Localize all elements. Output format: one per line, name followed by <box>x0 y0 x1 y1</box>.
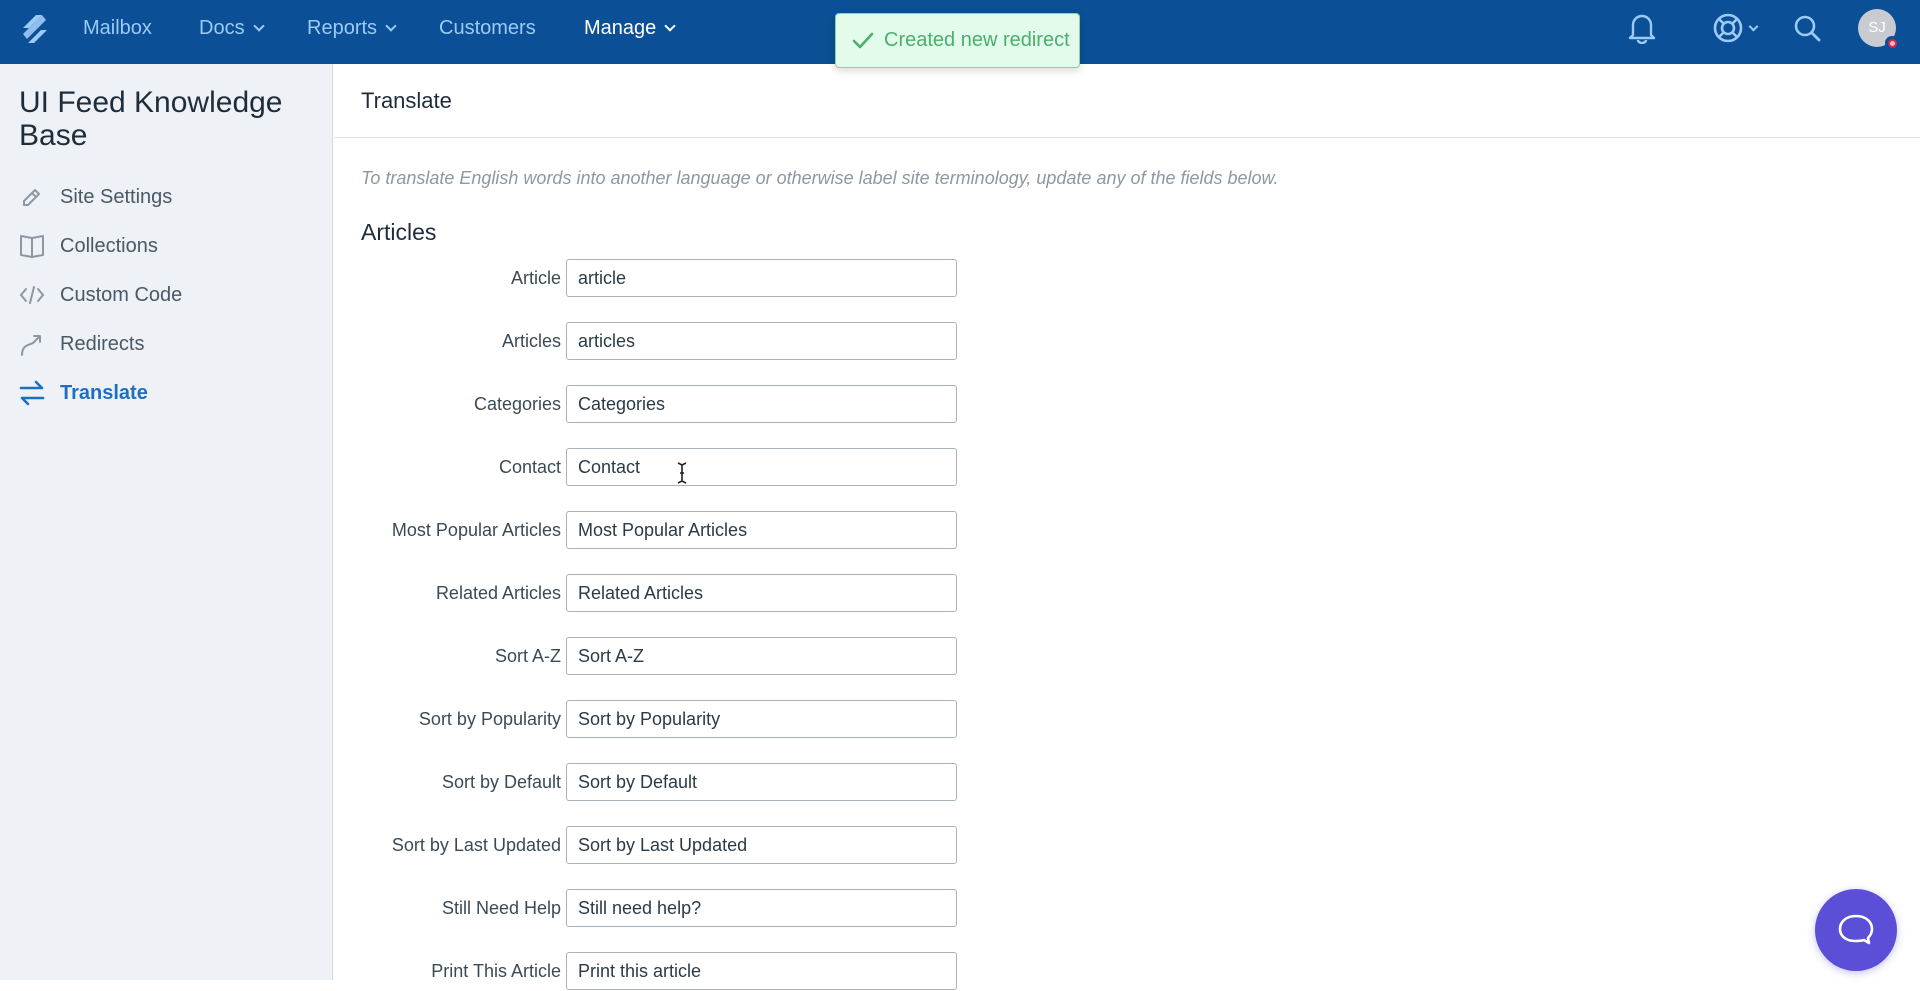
related-articles-input[interactable] <box>566 574 957 612</box>
still-need-help-input[interactable] <box>566 889 957 927</box>
search-icon <box>1794 15 1821 42</box>
swap-arrows-icon <box>19 380 45 406</box>
sort-a-z-input[interactable] <box>566 637 957 675</box>
nav-label: Manage <box>584 17 657 39</box>
field-label: Print This Article <box>431 961 561 981</box>
field-row-sort-by-last-updated: Sort by Last Updated <box>334 825 1334 865</box>
bell-icon <box>1628 14 1656 44</box>
success-toast: Created new redirect <box>835 13 1080 68</box>
help-text: To translate English words into another … <box>361 168 1279 188</box>
section-title-articles: Articles <box>361 219 437 245</box>
pencil-icon <box>19 184 45 210</box>
print-this-article-input[interactable] <box>566 952 957 990</box>
knowledge-base-title: UI Feed Knowledge Base <box>19 86 283 152</box>
page-title: Translate <box>361 88 452 113</box>
check-icon <box>852 32 874 48</box>
sidebar-item-site-settings[interactable]: Site Settings <box>19 177 172 217</box>
sidebar-item-label: Collections <box>60 234 158 257</box>
main-content: Translate To translate English words int… <box>334 64 1920 990</box>
sidebar-item-label: Custom Code <box>60 283 183 306</box>
nav-label: Mailbox <box>83 17 152 39</box>
field-label: Related Articles <box>435 583 561 603</box>
nav-mailbox[interactable]: Mailbox <box>83 0 152 64</box>
field-label: Sort by Popularity <box>418 709 561 729</box>
help-menu-button[interactable] <box>1709 10 1759 46</box>
field-label: Most Popular Articles <box>391 520 561 540</box>
categories-input[interactable] <box>566 385 957 423</box>
field-label: Still Need Help <box>441 898 561 918</box>
notifications-button[interactable] <box>1627 10 1657 46</box>
contact-input[interactable] <box>566 448 957 486</box>
most-popular-articles-input[interactable] <box>566 511 957 549</box>
sort-by-last-updated-input[interactable] <box>566 826 957 864</box>
search-button[interactable] <box>1792 10 1822 46</box>
nav-customers[interactable]: Customers <box>439 0 536 64</box>
field-row-most-popular-articles: Most Popular Articles <box>334 510 1334 550</box>
beacon-chat-button[interactable] <box>1815 889 1897 971</box>
sidebar-item-label: Redirects <box>60 332 145 355</box>
book-icon <box>19 233 45 259</box>
field-row-print-this-article: Print This Article <box>334 951 1334 991</box>
field-row-sort-a-z: Sort A-Z <box>334 636 1334 676</box>
nav-reports[interactable]: Reports <box>307 0 397 64</box>
toast-message: Created new redirect <box>884 29 1070 51</box>
nav-manage[interactable]: Manage <box>584 0 676 64</box>
field-row-related-articles: Related Articles <box>334 573 1334 613</box>
article-input[interactable] <box>566 259 957 297</box>
sort-by-default-input[interactable] <box>566 763 957 801</box>
field-row-categories: Categories <box>334 384 1334 424</box>
nav-label: Customers <box>439 17 536 39</box>
chat-bubble-icon <box>1838 914 1874 945</box>
field-row-articles: Articles <box>334 321 1334 361</box>
user-avatar[interactable]: SJ <box>1858 9 1899 50</box>
field-label: Article <box>510 268 561 288</box>
nav-docs[interactable]: Docs <box>199 0 265 64</box>
sidebar-item-label: Site Settings <box>60 185 173 208</box>
avatar-initials: SJ <box>1868 19 1886 36</box>
field-row-sort-by-popularity: Sort by Popularity <box>334 699 1334 739</box>
sidebar: UI Feed Knowledge Base Site Settings Col… <box>0 64 333 980</box>
sidebar-item-collections[interactable]: Collections <box>19 226 158 266</box>
chevron-down-icon <box>664 20 676 32</box>
text-cursor-icon <box>677 462 687 484</box>
sort-by-popularity-input[interactable] <box>566 700 957 738</box>
field-row-contact: Contact <box>334 447 1334 487</box>
chevron-down-icon <box>385 20 397 32</box>
field-label: Categories <box>473 394 561 414</box>
helpscout-logo-icon[interactable] <box>18 12 52 46</box>
page-header: Translate <box>334 64 1920 138</box>
field-label: Sort by Last Updated <box>391 835 561 855</box>
field-label: Contact <box>498 457 561 477</box>
sidebar-item-label: Translate <box>60 381 148 404</box>
sidebar-item-custom-code[interactable]: Custom Code <box>19 275 182 315</box>
chevron-down-icon <box>1748 21 1758 31</box>
sidebar-item-redirects[interactable]: Redirects <box>19 324 144 364</box>
nav-label: Docs <box>199 17 245 39</box>
field-row-article: Article <box>334 258 1334 298</box>
field-label: Articles <box>501 331 561 351</box>
field-label: Sort by Default <box>441 772 561 792</box>
redirect-arrow-icon <box>19 331 45 357</box>
chevron-down-icon <box>252 20 265 32</box>
articles-input[interactable] <box>566 322 957 360</box>
code-icon <box>19 282 45 308</box>
field-row-sort-by-default: Sort by Default <box>334 762 1334 802</box>
field-label: Sort A-Z <box>494 646 561 666</box>
status-indicator <box>1885 36 1899 50</box>
field-row-still-need-help: Still Need Help <box>334 888 1334 928</box>
lifebuoy-icon <box>1713 13 1742 43</box>
nav-label: Reports <box>307 17 378 39</box>
sidebar-item-translate[interactable]: Translate <box>19 373 148 413</box>
